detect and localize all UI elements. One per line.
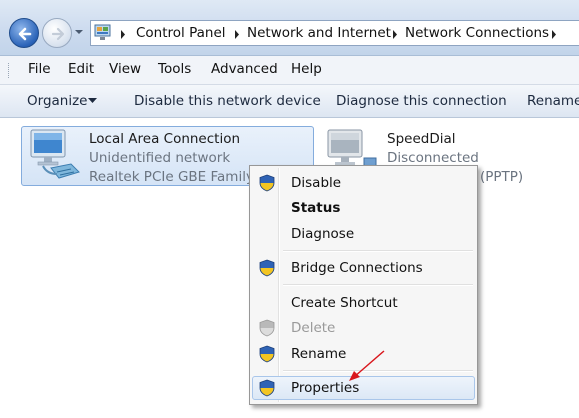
uac-shield-icon (259, 174, 275, 192)
organize-button[interactable]: Organize (27, 93, 87, 109)
breadcrumb-separator-icon[interactable] (234, 30, 240, 39)
menu-bar: File Edit View Tools Advanced Help (0, 56, 579, 85)
context-item-label: Delete (291, 320, 336, 336)
context-item-label: Bridge Connections (291, 260, 423, 276)
context-item-create-shortcut[interactable]: Create Shortcut (252, 291, 475, 315)
uac-shield-icon (259, 259, 275, 277)
menu-edit[interactable]: Edit (68, 61, 94, 77)
address-bar-region: Control Panel Network and Internet Netwo… (0, 0, 579, 56)
menu-tools[interactable]: Tools (158, 61, 191, 77)
uac-shield-icon (259, 379, 275, 397)
command-bar: Organize Disable this network device Dia… (0, 85, 579, 118)
back-button[interactable] (9, 18, 39, 48)
recent-pages-dropdown-icon[interactable] (74, 29, 84, 35)
context-item-disable[interactable]: Disable (252, 171, 475, 195)
menu-advanced[interactable]: Advanced (211, 61, 278, 77)
uac-shield-icon (259, 319, 275, 337)
context-item-label: Diagnose (291, 226, 355, 242)
back-arrow-icon (18, 27, 32, 41)
menu-separator (283, 250, 473, 252)
menu-grip (8, 63, 12, 78)
forward-arrow-icon (51, 27, 65, 41)
uac-shield-icon (259, 345, 275, 363)
menu-help[interactable]: Help (291, 61, 322, 77)
connection-device: (PPTP) (480, 169, 524, 185)
forward-button[interactable] (42, 18, 72, 48)
connection-name: Local Area Connection (89, 131, 241, 147)
diagnose-connection-button[interactable]: Diagnose this connection (336, 93, 507, 109)
context-item-label: Disable (291, 175, 342, 191)
context-item-label: Create Shortcut (291, 295, 398, 311)
connection-name: SpeedDial (387, 131, 456, 147)
connection-status: Disconnected (387, 150, 479, 166)
menu-separator (283, 284, 473, 286)
menu-view[interactable]: View (109, 61, 141, 77)
context-item-status[interactable]: Status (252, 196, 475, 220)
address-box[interactable]: Control Panel Network and Internet Netwo… (90, 20, 579, 46)
rename-button[interactable]: Rename (527, 93, 579, 109)
disable-device-button[interactable]: Disable this network device (134, 93, 321, 109)
breadcrumb-separator-icon (121, 30, 125, 39)
context-item-label: Status (291, 200, 341, 216)
network-adapter-icon (30, 129, 80, 179)
breadcrumb-control-panel[interactable]: Control Panel (136, 25, 226, 41)
menu-file[interactable]: File (28, 61, 51, 77)
context-item-delete[interactable]: Delete (252, 316, 475, 340)
vpn-connection-icon (327, 129, 377, 167)
breadcrumb-network-and-internet[interactable]: Network and Internet (247, 25, 391, 41)
context-item-bridge-connections[interactable]: Bridge Connections (252, 256, 475, 280)
breadcrumb-separator-icon[interactable] (392, 30, 398, 39)
organize-dropdown-icon[interactable] (88, 98, 97, 103)
control-panel-icon (94, 24, 111, 40)
context-item-diagnose[interactable]: Diagnose (252, 222, 475, 246)
connection-status: Unidentified network (89, 150, 231, 166)
breadcrumb-separator-icon[interactable] (551, 30, 557, 39)
connection-device: Realtek PCIe GBE Family C (89, 169, 268, 185)
annotation-arrow-icon (349, 350, 385, 381)
context-item-label: Rename (291, 346, 347, 362)
breadcrumb-network-connections[interactable]: Network Connections (405, 25, 549, 41)
